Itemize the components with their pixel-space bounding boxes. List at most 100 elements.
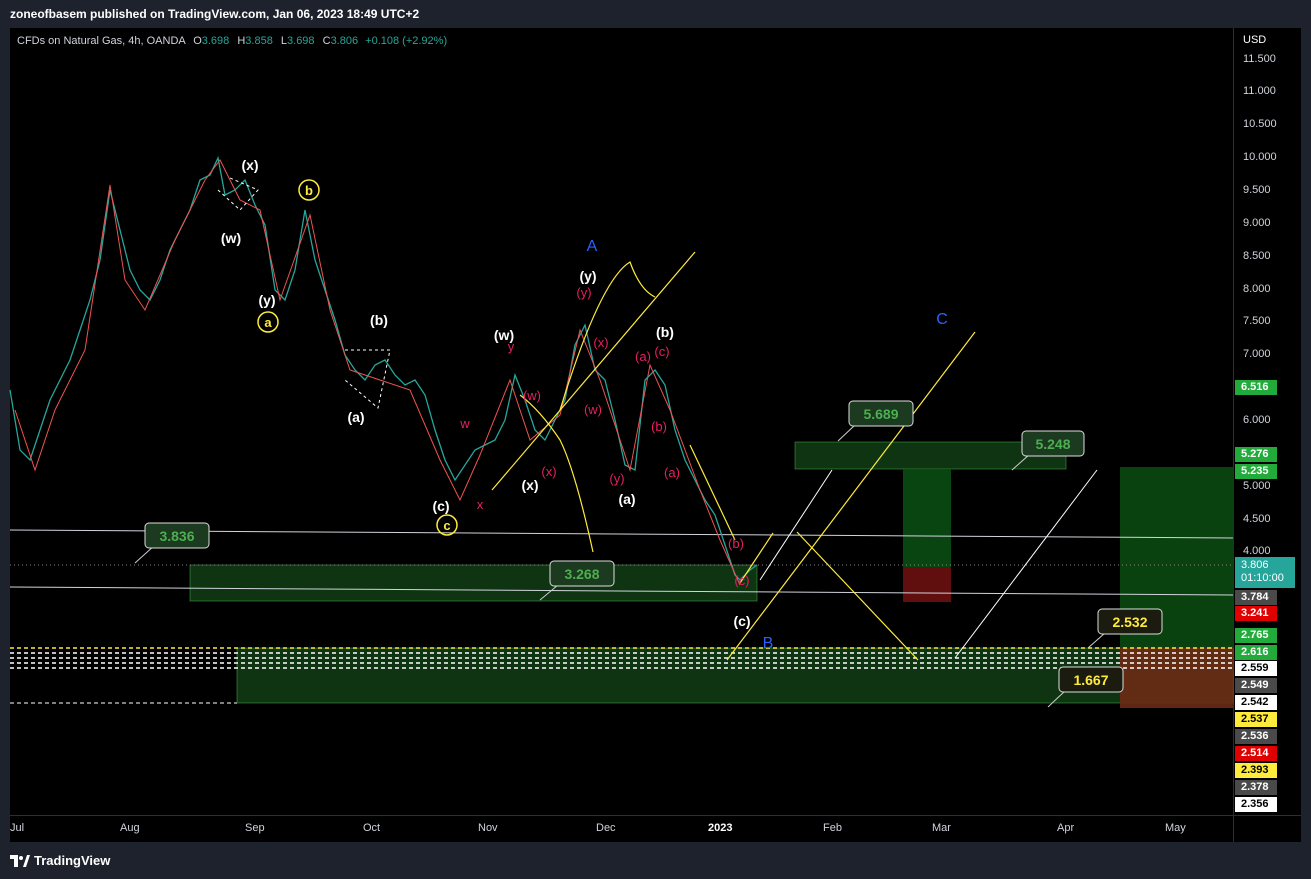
callout-1667-label: 1.667 (1073, 672, 1108, 688)
price-tick: 4.500 (1243, 513, 1271, 525)
callout-2532-label: 2.532 (1112, 614, 1147, 630)
time-tick: 2023 (708, 822, 733, 834)
svg-text:(c): (c) (432, 498, 449, 514)
svg-text:(x): (x) (593, 335, 608, 350)
price-level-tag: 2.537 (1235, 712, 1277, 727)
svg-text:(c): (c) (734, 573, 749, 588)
callout-5689-label: 5.689 (863, 406, 898, 422)
price-tick: 4.000 (1243, 545, 1271, 557)
stop-box-1 (903, 567, 951, 602)
open-value: 3.698 (201, 35, 230, 47)
svg-text:B: B (763, 635, 774, 652)
svg-text:(x): (x) (541, 464, 556, 479)
svg-text:c: c (443, 518, 450, 533)
price-tick: 9.500 (1243, 184, 1271, 196)
price-tick: 7.000 (1243, 348, 1271, 360)
footer-bar (0, 842, 1311, 879)
svg-text:(y): (y) (576, 285, 591, 300)
price-level-tag: 5.276 (1235, 447, 1277, 462)
price-level-tag: 2.616 (1235, 645, 1277, 660)
currency-label: USD (1243, 34, 1267, 46)
callout-3268-label: 3.268 (564, 566, 599, 582)
svg-text:(y): (y) (579, 268, 596, 284)
tradingview-logo-icon (10, 854, 30, 867)
price-level-tag: 3.784 (1235, 590, 1277, 605)
callout-5689: 5.689 (837, 400, 914, 442)
time-tick: Oct (363, 822, 381, 834)
zone-3268 (189, 564, 758, 602)
price-level-tag: 2.378 (1235, 780, 1277, 795)
price-tick: 9.000 (1243, 217, 1271, 229)
tradingview-logo[interactable]: TradingView (10, 853, 110, 868)
stop-box-2 (1120, 648, 1233, 708)
svg-text:(a): (a) (664, 465, 680, 480)
price-tick: 5.000 (1243, 480, 1271, 492)
svg-text:(b): (b) (370, 312, 388, 328)
price-level-tag: 2.536 (1235, 729, 1277, 744)
svg-text:(x): (x) (241, 157, 258, 173)
price-tick: 8.500 (1243, 250, 1271, 262)
price-level-tag: 2.514 (1235, 746, 1277, 761)
price-level-tag: 2.393 (1235, 763, 1277, 778)
price-level-tag: 2.559 (1235, 661, 1277, 676)
svg-text:(c): (c) (733, 613, 750, 629)
bar-countdown: 01:10:00 (1241, 572, 1284, 584)
price-level-tag: 6.516 (1235, 380, 1277, 395)
svg-text:(y): (y) (609, 471, 624, 486)
circled-wave-b: b (298, 179, 320, 201)
price-level-tag: 3.241 (1235, 606, 1277, 621)
time-tick: Aug (120, 822, 140, 834)
time-tick: Dec (596, 822, 616, 834)
svg-text:A: A (587, 238, 598, 255)
price-level-tag: 2.356 (1235, 797, 1277, 812)
time-tick: Jul (10, 822, 25, 834)
svg-text:C: C (936, 311, 948, 328)
svg-text:x: x (477, 497, 484, 512)
high-value: 3.858 (245, 35, 273, 47)
tradingview-brand: TradingView (34, 853, 111, 868)
svg-text:(w): (w) (523, 388, 541, 403)
price-tick: 10.000 (1243, 151, 1277, 163)
callout-3836-label: 3.836 (159, 528, 194, 544)
svg-text:(b): (b) (651, 419, 667, 434)
current-price-value: 3.806 (1241, 559, 1269, 571)
price-tick: 6.000 (1243, 414, 1271, 426)
svg-text:(b): (b) (728, 536, 744, 551)
time-tick: Feb (823, 822, 842, 834)
svg-text:a: a (264, 315, 272, 330)
svg-text:(a): (a) (347, 409, 364, 425)
time-tick: May (1165, 822, 1186, 834)
close-value: 3.806 (330, 35, 359, 47)
time-tick: Apr (1057, 822, 1075, 834)
svg-text:w: w (459, 416, 470, 431)
circled-wave-c: c (436, 514, 458, 536)
callout-3836: 3.836 (134, 522, 210, 564)
symbol-legend: CFDs on Natural Gas, 4h, OANDA O3.698 H3… (17, 35, 448, 47)
svg-text:b: b (305, 183, 313, 198)
svg-text:(y): (y) (258, 292, 275, 308)
svg-text:(w): (w) (221, 230, 241, 246)
svg-text:(c): (c) (654, 344, 669, 359)
chart-drawings: 3.836 3.268 5.689 5.248 2.532 1.667 (x) … (9, 155, 1234, 708)
svg-text:(b): (b) (656, 324, 674, 340)
target-box-1 (903, 469, 951, 567)
svg-text:(w): (w) (584, 402, 602, 417)
callout-5248-label: 5.248 (1035, 436, 1070, 452)
svg-text:y: y (508, 339, 515, 354)
time-tick: Mar (932, 822, 951, 834)
price-tick: 10.500 (1243, 118, 1277, 130)
price-tick: 8.000 (1243, 283, 1271, 295)
svg-text:(x): (x) (521, 477, 538, 493)
current-price-tag: 3.806 01:10:00 (1235, 557, 1295, 588)
price-level-tag: 2.765 (1235, 628, 1277, 643)
symbol-title: CFDs on Natural Gas, 4h, OANDA (17, 35, 186, 47)
price-level-tag: 5.235 (1235, 464, 1277, 479)
circled-wave-a: a (257, 311, 279, 333)
price-tick: 11.500 (1243, 53, 1276, 65)
price-level-tag: 2.542 (1235, 695, 1277, 710)
time-tick: Nov (478, 822, 498, 834)
price-level-tag: 2.549 (1235, 678, 1277, 693)
svg-text:(a): (a) (618, 491, 635, 507)
low-value: 3.698 (287, 35, 315, 47)
svg-text:(a): (a) (635, 349, 651, 364)
